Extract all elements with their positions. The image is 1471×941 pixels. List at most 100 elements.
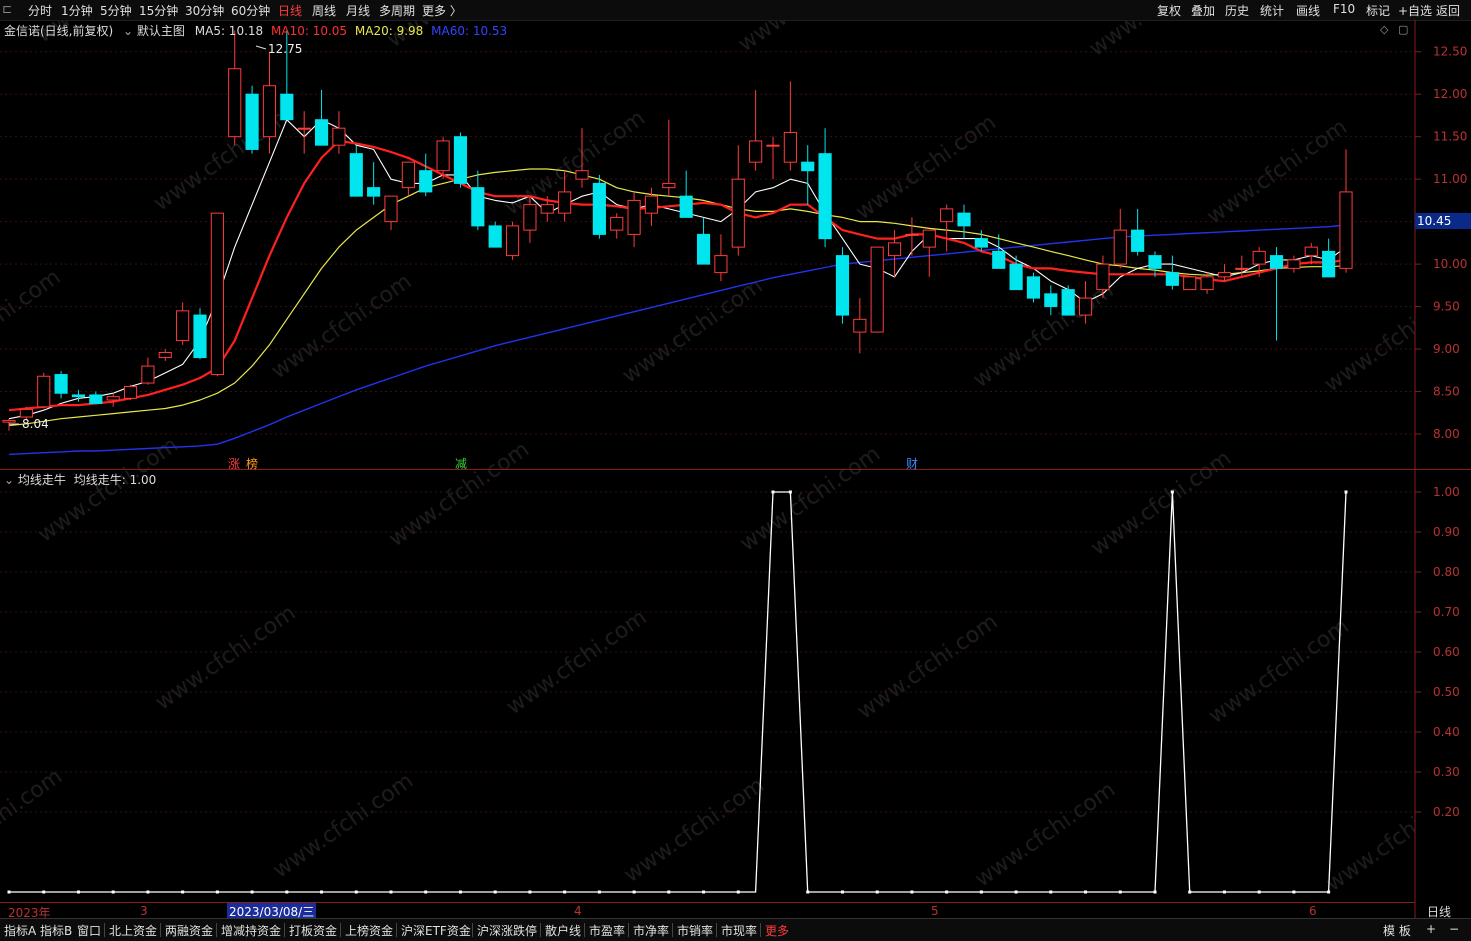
event-marker-jian[interactable]: 减 <box>455 455 467 472</box>
candle-body <box>505 225 520 257</box>
pe-ratio-button[interactable]: 市盈率 <box>589 922 625 939</box>
indicator-point <box>493 890 497 894</box>
indicator-tick-label: 0.90 <box>1433 525 1460 539</box>
candle-body <box>714 255 728 274</box>
candle-body <box>922 229 936 248</box>
candle <box>592 174 606 239</box>
indicator-tick-label: 0.80 <box>1433 565 1460 579</box>
limit-up-funds-button[interactable]: 打板资金 <box>289 922 337 939</box>
window-button[interactable]: 窗口 <box>77 922 101 939</box>
candle-body <box>349 153 363 197</box>
candle <box>835 247 850 324</box>
indicator-b-button[interactable]: 指标B <box>40 922 72 939</box>
candle <box>37 372 51 409</box>
candle-body <box>540 204 554 214</box>
zoom-out-button[interactable]: − <box>1449 922 1459 936</box>
candle-body <box>1165 272 1179 286</box>
holding-change-funds-button[interactable]: 增减持资金 <box>221 922 281 939</box>
indicator-name[interactable]: 均线走牛 <box>18 473 66 487</box>
indicator-a-button[interactable]: 指标A <box>4 922 36 939</box>
template-button[interactable]: 模 板 <box>1383 922 1411 939</box>
event-marker-cai[interactable]: 财 <box>906 455 918 472</box>
indicator-point <box>1344 490 1348 494</box>
candle-body <box>558 191 572 214</box>
indicator-tick-label: 0.20 <box>1433 805 1460 819</box>
candle-body <box>662 182 676 189</box>
pb-ratio-button[interactable]: 市净率 <box>633 922 669 939</box>
candle-body <box>1235 267 1249 270</box>
chevron-down-icon[interactable]: ⌄ <box>123 24 133 38</box>
diamond-icon[interactable]: ◇ <box>1380 23 1388 36</box>
candle <box>1061 285 1075 316</box>
indicator-point <box>1327 890 1331 894</box>
indicator-point <box>424 890 428 894</box>
ma60-value: MA60: 10.53 <box>431 24 508 38</box>
candle-body <box>54 374 68 394</box>
candle-body <box>106 396 120 401</box>
chart-tools: ◇ ▢ <box>1380 23 1408 36</box>
indicator-point <box>146 890 150 894</box>
indicator-point <box>389 890 393 894</box>
candle-body <box>1217 272 1232 278</box>
candle-body <box>940 208 954 223</box>
candle <box>488 221 502 248</box>
chart-header: 金信诺(日线,前复权) ⌄ 默认主图 MA5: 10.18 MA10: 10.0… <box>4 22 507 39</box>
candle-body <box>471 187 485 227</box>
limit-stats-button[interactable]: 沪深涨跌停 <box>477 922 537 939</box>
indicator-tick-label: 1.00 <box>1433 485 1460 499</box>
indicator-point <box>910 890 914 894</box>
candle-body <box>367 187 381 197</box>
retail-line-button[interactable]: 散户线 <box>545 922 581 939</box>
indicator-point <box>667 890 671 894</box>
indicator-tick-label: 0.30 <box>1433 765 1460 779</box>
zoom-in-button[interactable]: + <box>1426 922 1436 936</box>
event-marker-bang[interactable]: 榜 <box>246 455 258 472</box>
candle-body <box>1096 263 1110 291</box>
indicator-point <box>945 890 949 894</box>
indicator-point <box>1170 490 1174 494</box>
month-label: 6 <box>1309 904 1317 918</box>
template-selector[interactable]: 默认主图 <box>137 24 185 38</box>
pcf-ratio-button[interactable]: 市现率 <box>721 922 757 939</box>
ma5-value: MA5: 10.18 <box>194 24 264 38</box>
indicator-value: 均线走牛: 1.00 <box>73 473 157 487</box>
indicator-point <box>1118 890 1122 894</box>
more-indicators-button[interactable]: 更多 <box>765 922 789 939</box>
candle-body <box>1252 250 1266 265</box>
candle-body <box>610 216 624 231</box>
indicator-point <box>181 890 185 894</box>
candle-body <box>193 314 207 359</box>
high-label: 12.75 <box>268 42 303 56</box>
etf-funds-button[interactable]: 沪深ETF资金 <box>401 922 471 939</box>
candle-body <box>2 419 16 423</box>
current-price-tag: 10.45 <box>1415 213 1471 229</box>
ps-ratio-button[interactable]: 市销率 <box>677 922 713 939</box>
candle-body <box>1078 297 1093 316</box>
indicator-point <box>354 890 358 894</box>
margin-funds-button[interactable]: 两融资金 <box>165 922 213 939</box>
candle-body <box>1304 246 1318 257</box>
toplist-funds-button[interactable]: 上榜资金 <box>345 922 393 939</box>
candle-body <box>679 195 693 218</box>
northbound-funds-button[interactable]: 北上资金 <box>109 922 157 939</box>
indicator-point <box>875 890 879 894</box>
chevron-down-icon[interactable]: ⌄ <box>4 473 14 487</box>
expand-icon[interactable]: ▢ <box>1398 23 1408 36</box>
candle-body <box>141 365 155 384</box>
candle-body <box>245 93 259 150</box>
indicator-point <box>771 490 775 494</box>
candle-body <box>280 93 294 121</box>
candle <box>193 308 207 360</box>
indicator-point <box>597 890 601 894</box>
kline-chart[interactable]: www.cfchi.com 12.5012.0011.5011.0010.501… <box>0 0 1471 940</box>
indicator-point <box>458 890 462 894</box>
candle-body <box>696 233 711 265</box>
date-axis: 2023年 3 4 5 6 2023/03/08/三 <box>0 902 1415 920</box>
month-label: 4 <box>574 904 582 918</box>
indicator-point <box>215 890 219 894</box>
event-marker-zhang[interactable]: 涨 <box>228 455 240 472</box>
candle-body <box>297 127 311 130</box>
indicator-point <box>563 890 567 894</box>
candle-body <box>453 136 468 184</box>
indicator-axis: 1.00 0.90 0.80 0.70 0.60 0.50 0.40 0.30 0.20 <box>1415 485 1460 819</box>
